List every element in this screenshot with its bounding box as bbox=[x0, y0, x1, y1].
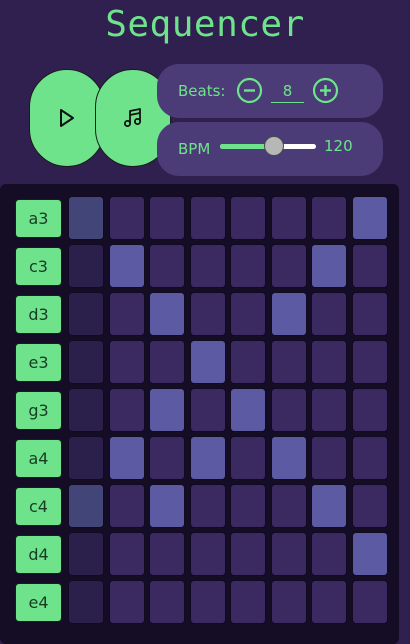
step-cell[interactable] bbox=[68, 244, 104, 288]
step-cell[interactable] bbox=[351, 244, 388, 288]
plus-circle-icon[interactable] bbox=[312, 77, 339, 104]
step-cell[interactable] bbox=[311, 340, 347, 384]
step-cell[interactable] bbox=[230, 292, 266, 336]
step-cell[interactable] bbox=[311, 388, 347, 432]
app-title: Sequencer bbox=[105, 4, 305, 45]
step-cell[interactable] bbox=[270, 340, 307, 384]
step-cell[interactable] bbox=[108, 388, 145, 432]
step-cell[interactable] bbox=[270, 292, 307, 336]
music-note-icon bbox=[124, 108, 141, 127]
step-cell[interactable] bbox=[311, 580, 347, 624]
step-cell[interactable] bbox=[108, 580, 145, 624]
step-cell[interactable] bbox=[68, 340, 104, 384]
step-cell[interactable] bbox=[108, 484, 145, 528]
step-cell[interactable] bbox=[311, 196, 347, 240]
step-cell[interactable] bbox=[108, 436, 145, 480]
minus-circle-icon[interactable] bbox=[236, 77, 263, 104]
step-cell[interactable] bbox=[270, 196, 307, 240]
step-cell[interactable] bbox=[311, 484, 347, 528]
step-cell[interactable] bbox=[149, 292, 185, 336]
step-cell[interactable] bbox=[108, 532, 145, 576]
step-cell[interactable] bbox=[270, 388, 307, 432]
step-cell[interactable] bbox=[230, 580, 266, 624]
step-cell[interactable] bbox=[351, 292, 388, 336]
note-button-a4[interactable]: a4 bbox=[15, 439, 62, 478]
step-cell[interactable] bbox=[149, 244, 185, 288]
step-cell[interactable] bbox=[311, 532, 347, 576]
bpm-value: 120 bbox=[324, 137, 353, 155]
step-cell[interactable] bbox=[270, 436, 307, 480]
step-cell[interactable] bbox=[311, 436, 347, 480]
step-cell[interactable] bbox=[189, 292, 226, 336]
step-cell[interactable] bbox=[230, 388, 266, 432]
step-cell[interactable] bbox=[149, 388, 185, 432]
beats-value[interactable]: 8 bbox=[271, 80, 304, 103]
step-cell[interactable] bbox=[108, 196, 145, 240]
step-cell[interactable] bbox=[108, 244, 145, 288]
note-button-a3[interactable]: a3 bbox=[15, 199, 62, 238]
note-button-e4[interactable]: e4 bbox=[15, 583, 62, 622]
step-cell[interactable] bbox=[68, 196, 104, 240]
note-button-e3[interactable]: e3 bbox=[15, 343, 62, 382]
step-cell[interactable] bbox=[149, 580, 185, 624]
step-cell[interactable] bbox=[68, 436, 104, 480]
step-cell[interactable] bbox=[189, 196, 226, 240]
step-cell[interactable] bbox=[311, 244, 347, 288]
step-cell[interactable] bbox=[189, 484, 226, 528]
note-button-g3[interactable]: g3 bbox=[15, 391, 62, 430]
step-cell[interactable] bbox=[149, 532, 185, 576]
step-cell[interactable] bbox=[189, 340, 226, 384]
step-cell[interactable] bbox=[230, 436, 266, 480]
step-cell[interactable] bbox=[189, 436, 226, 480]
step-cell[interactable] bbox=[108, 292, 145, 336]
step-cell[interactable] bbox=[270, 532, 307, 576]
step-cell[interactable] bbox=[149, 340, 185, 384]
step-cell[interactable] bbox=[351, 340, 388, 384]
note-button-c4[interactable]: c4 bbox=[15, 487, 62, 526]
step-cell[interactable] bbox=[189, 244, 226, 288]
step-cell[interactable] bbox=[270, 580, 307, 624]
note-button-d4[interactable]: d4 bbox=[15, 535, 62, 574]
step-cell[interactable] bbox=[351, 580, 388, 624]
step-cell[interactable] bbox=[68, 580, 104, 624]
step-cell[interactable] bbox=[108, 340, 145, 384]
step-cell[interactable] bbox=[230, 244, 266, 288]
step-cell[interactable] bbox=[68, 484, 104, 528]
step-cell[interactable] bbox=[189, 388, 226, 432]
beats-panel: Beats: bbox=[157, 64, 383, 118]
play-icon bbox=[60, 109, 74, 127]
step-cell[interactable] bbox=[230, 484, 266, 528]
step-cell[interactable] bbox=[149, 196, 185, 240]
step-cell[interactable] bbox=[230, 196, 266, 240]
step-cell[interactable] bbox=[189, 580, 226, 624]
note-button-d3[interactable]: d3 bbox=[15, 295, 62, 334]
beats-label: Beats: bbox=[178, 82, 226, 100]
step-cell[interactable] bbox=[149, 436, 185, 480]
step-cell[interactable] bbox=[351, 436, 388, 480]
step-cell[interactable] bbox=[351, 196, 388, 240]
step-cell[interactable] bbox=[351, 484, 388, 528]
bpm-slider-thumb[interactable] bbox=[264, 136, 284, 156]
step-cell[interactable] bbox=[270, 244, 307, 288]
step-cell[interactable] bbox=[270, 484, 307, 528]
step-cell[interactable] bbox=[68, 388, 104, 432]
sequencer-grid: a3 c3 d3 e3 g3 a4 c4 d4 e4 bbox=[0, 184, 399, 644]
step-cell[interactable] bbox=[311, 292, 347, 336]
step-cell[interactable] bbox=[230, 340, 266, 384]
step-cell[interactable] bbox=[230, 532, 266, 576]
step-cell[interactable] bbox=[68, 532, 104, 576]
bpm-slider[interactable] bbox=[220, 134, 316, 158]
play-button[interactable] bbox=[29, 69, 105, 167]
step-cell[interactable] bbox=[149, 484, 185, 528]
bpm-label: BPM bbox=[178, 140, 211, 158]
step-cell[interactable] bbox=[189, 532, 226, 576]
step-cell[interactable] bbox=[351, 532, 388, 576]
note-button-c3[interactable]: c3 bbox=[15, 247, 62, 286]
step-cell[interactable] bbox=[68, 292, 104, 336]
step-cell[interactable] bbox=[351, 388, 388, 432]
